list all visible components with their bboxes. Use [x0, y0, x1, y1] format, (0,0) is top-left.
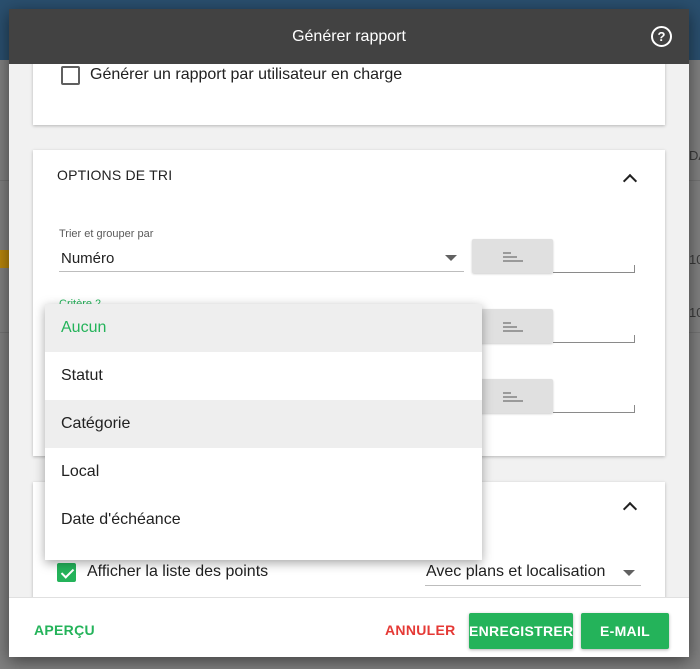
- sort-direction-toggle: [472, 239, 635, 275]
- sort-by-underline: [59, 271, 464, 272]
- menu-item-aucun[interactable]: Aucun: [45, 304, 482, 352]
- save-button[interactable]: ENREGISTRER: [469, 613, 573, 649]
- sort-direction-toggle: [472, 379, 635, 415]
- sort-icon: [503, 252, 523, 262]
- dialog-title: Générer rapport: [292, 28, 406, 45]
- sort-icon: [503, 322, 523, 332]
- menu-item-local[interactable]: Local: [45, 448, 482, 496]
- background-flag: [0, 250, 9, 268]
- sort-direction-underline: [553, 412, 635, 413]
- sort-ascending-button[interactable]: [472, 239, 553, 273]
- show-points-checkbox[interactable]: [57, 563, 76, 582]
- sort-by-select[interactable]: Numéro: [61, 250, 114, 267]
- help-icon[interactable]: ?: [651, 26, 672, 47]
- plans-select[interactable]: Avec plans et localisation: [426, 563, 605, 581]
- report-options-card: Générer un rapport par utilisateur en ch…: [33, 64, 665, 125]
- menu-item-date-echeance[interactable]: Date d'échéance: [45, 496, 482, 544]
- chevron-down-icon[interactable]: [445, 255, 457, 261]
- sort-icon: [503, 392, 523, 402]
- per-user-checkbox[interactable]: [61, 66, 80, 85]
- chevron-down-icon[interactable]: [623, 570, 635, 576]
- sort-ascending-button[interactable]: [472, 379, 553, 413]
- preview-button[interactable]: APERÇU: [34, 622, 95, 638]
- criterion2-dropdown-menu: Aucun Statut Catégorie Local Date d'éché…: [45, 304, 482, 560]
- menu-item-categorie[interactable]: Catégorie: [45, 400, 482, 448]
- sort-direction-underline: [553, 342, 635, 343]
- sort-direction-toggle: [472, 309, 635, 345]
- background-column-header: DA: [689, 148, 700, 163]
- background-cell: 10: [689, 305, 700, 320]
- chevron-up-icon[interactable]: [622, 173, 638, 189]
- menu-item-statut[interactable]: Statut: [45, 352, 482, 400]
- sort-direction-underline: [553, 272, 635, 273]
- sort-by-label: Trier et grouper par: [59, 228, 154, 240]
- dialog-footer: APERÇU ANNULER ENREGISTRER E-MAIL: [9, 597, 689, 657]
- show-points-label: Afficher la liste des points: [87, 563, 269, 580]
- per-user-label: Générer un rapport par utilisateur en ch…: [90, 66, 403, 83]
- sort-options-title: OPTIONS DE TRI: [57, 167, 173, 183]
- chevron-up-icon[interactable]: [622, 501, 638, 517]
- background-cell: 10: [689, 252, 700, 267]
- email-button[interactable]: E-MAIL: [581, 613, 669, 649]
- plans-underline: [425, 585, 641, 586]
- dialog-header: Générer rapport ?: [9, 9, 689, 64]
- cancel-button[interactable]: ANNULER: [385, 622, 456, 638]
- sort-ascending-button[interactable]: [472, 309, 553, 343]
